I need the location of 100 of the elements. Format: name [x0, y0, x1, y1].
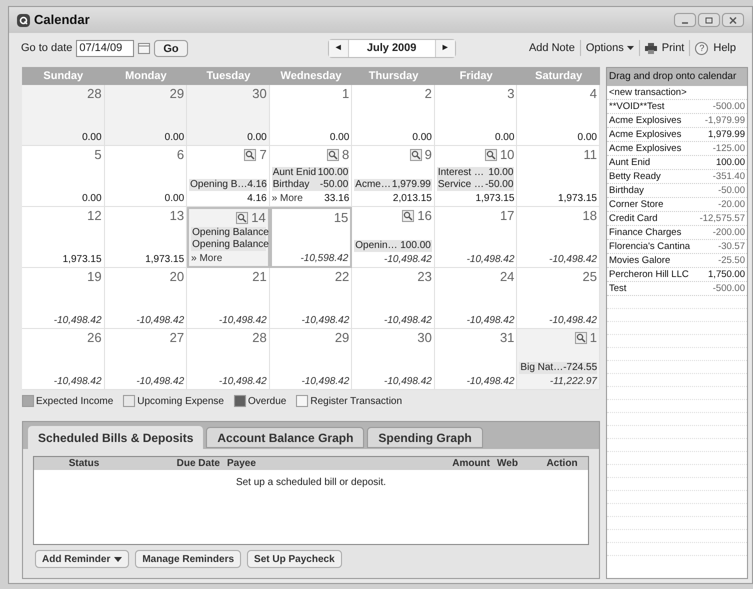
magnifier-icon[interactable]: [484, 149, 497, 161]
go-button[interactable]: Go: [154, 40, 188, 56]
day-cell[interactable]: 29 0.00: [104, 85, 188, 146]
calendar-entry[interactable]: Birthday -50.00: [272, 179, 350, 191]
transaction-item[interactable]: Finance Charges -200.00: [607, 226, 747, 240]
day-number: 4: [590, 85, 597, 104]
close-button[interactable]: [722, 13, 744, 27]
magnifier-icon[interactable]: [244, 149, 256, 161]
day-cell[interactable]: 26 -10,498.42: [22, 329, 105, 390]
calendar-entry[interactable]: Aunt Enid 100.00: [272, 167, 350, 179]
day-balance: 0.00: [330, 131, 350, 144]
day-cell[interactable]: 13 1,973.15: [104, 207, 188, 268]
help-icon[interactable]: ?: [695, 42, 708, 54]
day-cell[interactable]: 24 -10,498.42: [434, 268, 518, 329]
day-cell[interactable]: 17 -10,498.42: [434, 207, 518, 268]
day-number: 5: [94, 146, 102, 164]
day-cell[interactable]: 8 Aunt Enid 100.00 Birthday -50.00 » More 33.16: [270, 146, 352, 207]
day-cell[interactable]: 30 -10,498.42: [352, 329, 435, 390]
reminder-button[interactable]: Add Reminder: [35, 550, 130, 568]
day-cell[interactable]: 22 -10,498.42: [270, 268, 352, 329]
transaction-item[interactable]: Percheron Hill LLC 1,750.00: [607, 268, 747, 282]
day-cell[interactable]: 30 0.00: [187, 85, 270, 146]
options-menu[interactable]: Options: [586, 40, 634, 56]
day-number: 24: [500, 268, 514, 286]
day-cell[interactable]: 16 Openin… 100.00 -10,498.42: [352, 207, 435, 268]
transaction-item[interactable]: Acme Explosives 1,979.99: [607, 128, 747, 142]
printer-icon[interactable]: [644, 42, 657, 54]
day-cell[interactable]: 3 0.00: [434, 85, 518, 146]
day-cell[interactable]: 31 -10,498.42: [434, 329, 518, 390]
day-cell[interactable]: 9 Acme…1,979.99 2,013.15: [352, 146, 435, 207]
day-cell[interactable]: 4 0.00: [517, 85, 600, 146]
day-cell[interactable]: 6 0.00: [104, 146, 188, 207]
day-cell[interactable]: 5 0.00: [22, 146, 105, 207]
day-cell[interactable]: 1 Big Nat…-724.55 -11,222.97: [517, 329, 600, 390]
day-cell[interactable]: 29 -10,498.42: [270, 329, 352, 390]
day-cell[interactable]: 11 1,973.15: [517, 146, 600, 207]
more-link[interactable]: » More: [191, 252, 222, 265]
day-cell[interactable]: 18 -10,498.42: [517, 207, 600, 268]
reminder-button[interactable]: Set Up Paycheck: [247, 550, 342, 568]
transaction-item[interactable]: Florencia's Cantina -30.57: [607, 240, 747, 254]
next-month-button[interactable]: ►: [434, 40, 455, 56]
calendar-entry[interactable]: Service …-50.00: [436, 179, 514, 191]
day-cell[interactable]: 10 Interest … 10.00 Service …-50.00 1,973.15: [434, 146, 518, 207]
day-cell[interactable]: 28 0.00: [22, 85, 105, 146]
reminder-button[interactable]: Manage Reminders: [135, 550, 242, 568]
day-cell[interactable]: 20 -10,498.42: [104, 268, 188, 329]
transaction-item[interactable]: **VOID**Test -500.00: [607, 100, 747, 114]
maximize-button[interactable]: [698, 13, 720, 27]
day-number: 6: [176, 146, 184, 164]
magnifier-icon[interactable]: [327, 149, 340, 161]
weekday-header: Wednesday: [280, 69, 342, 84]
transaction-item[interactable]: Aunt Enid 100.00: [607, 156, 747, 170]
help-button[interactable]: Help: [713, 40, 736, 56]
transaction-item[interactable]: Betty Ready -351.40: [607, 170, 747, 184]
day-cell[interactable]: 1 0.00: [270, 85, 352, 146]
panel-tab[interactable]: Scheduled Bills & Deposits: [28, 426, 204, 449]
previous-month-button[interactable]: ◄: [328, 40, 349, 56]
print-button[interactable]: Print: [662, 40, 684, 56]
day-balance: -10,498.42: [301, 314, 350, 327]
day-cell[interactable]: 28 -10,498.42: [187, 329, 270, 390]
calendar-entry[interactable]: Openin… 100.00: [354, 240, 432, 252]
calendar-entry[interactable]: Acme…1,979.99: [354, 179, 432, 191]
calendar-entry[interactable]: Interest … 10.00: [436, 167, 514, 179]
day-cell[interactable]: 12 1,973.15: [22, 207, 105, 268]
transaction-item[interactable]: Acme Explosives -1,979.99: [607, 114, 747, 128]
transaction-item[interactable]: Movies Galore -25.50: [607, 254, 747, 268]
day-cell[interactable]: 25 -10,498.42: [517, 268, 600, 329]
add-note-button[interactable]: Add Note: [528, 40, 575, 56]
date-field[interactable]: 07/14/09: [76, 40, 134, 56]
panel-tab[interactable]: Account Balance Graph: [206, 427, 364, 448]
transaction-item[interactable]: Corner Store -20.00: [607, 198, 747, 212]
day-cell[interactable]: 14 Opening Balance Opening Balance » More: [187, 207, 270, 268]
day-cell[interactable]: 7 Opening B…4.16 4.16: [187, 146, 270, 207]
empty-table-message: Set up a scheduled bill or deposit.: [234, 476, 388, 490]
magnifier-icon[interactable]: [402, 210, 414, 222]
transaction-item[interactable]: Credit Card -12,575.57: [607, 212, 747, 226]
panel-tab[interactable]: Spending Graph: [367, 427, 483, 448]
day-cell[interactable]: 15 -10,598.42: [270, 207, 352, 268]
sidebar-title: Drag and drop onto calendar: [607, 68, 747, 86]
magnifier-icon[interactable]: [574, 332, 587, 344]
calendar-icon[interactable]: [138, 42, 150, 54]
calendar-entry[interactable]: Opening Balance: [191, 227, 266, 239]
transaction-item[interactable]: Test -500.00: [607, 282, 747, 296]
transaction-item[interactable]: <new transaction>: [607, 86, 747, 100]
day-balance: 4.16: [247, 192, 267, 205]
day-cell[interactable]: 27 -10,498.42: [104, 329, 188, 390]
more-link[interactable]: » More: [272, 192, 303, 205]
calendar-entry[interactable]: Opening B…4.16: [189, 179, 267, 191]
calendar-entry[interactable]: Opening Balance: [191, 239, 266, 251]
day-cell[interactable]: 19 -10,498.42: [22, 268, 105, 329]
day-cell[interactable]: 21 -10,498.42: [187, 268, 270, 329]
day-cell[interactable]: 2 0.00: [352, 85, 435, 146]
transaction-item[interactable]: Acme Explosives -125.00: [607, 142, 747, 156]
transaction-item[interactable]: Birthday -50.00: [607, 184, 747, 198]
column-header: Payee: [226, 457, 257, 470]
calendar-entry[interactable]: Big Nat…-724.55: [519, 362, 597, 374]
day-cell[interactable]: 23 -10,498.42: [352, 268, 435, 329]
magnifier-icon[interactable]: [236, 212, 248, 224]
magnifier-icon[interactable]: [410, 149, 422, 161]
column-header: Due Date: [176, 457, 221, 470]
